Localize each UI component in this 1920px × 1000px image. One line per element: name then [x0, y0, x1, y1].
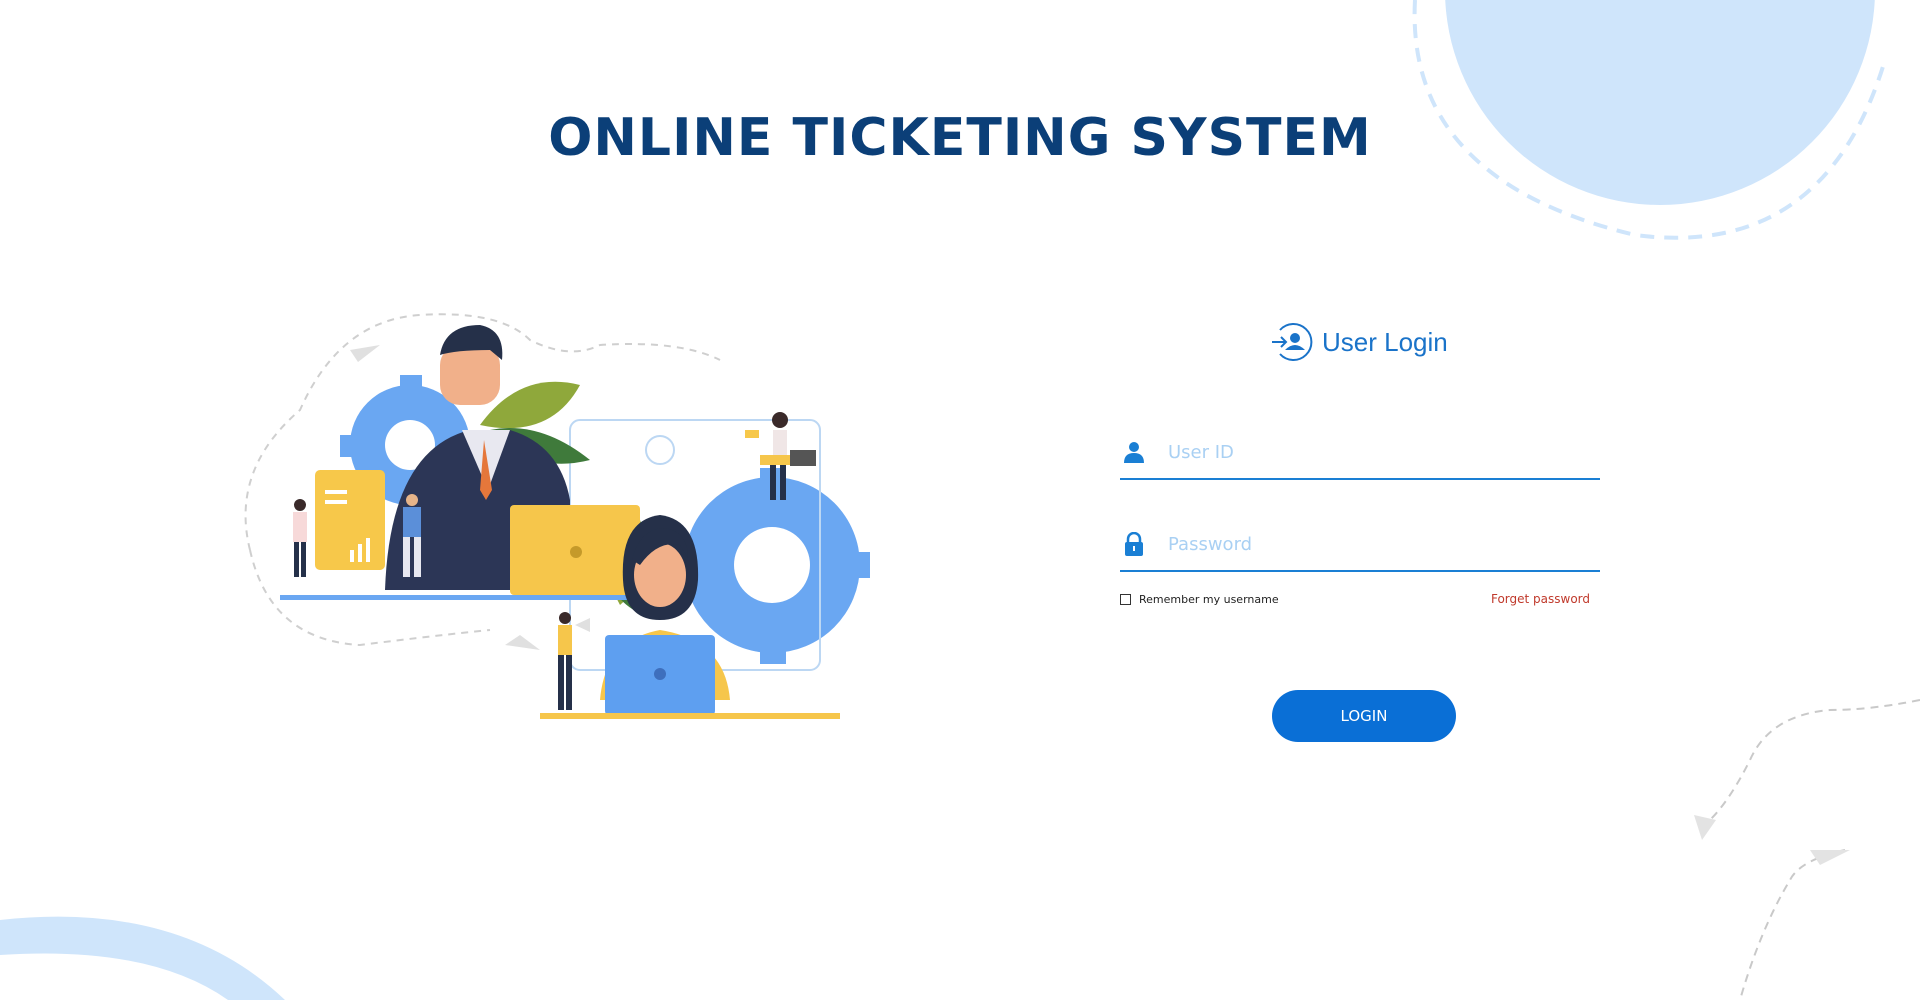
app-title: ONLINE TICKETING SYSTEM	[548, 108, 1372, 168]
password-field	[1120, 518, 1600, 572]
remember-username[interactable]: Remember my username	[1120, 593, 1279, 606]
login-heading-text: User Login	[1322, 326, 1448, 357]
user-icon	[1124, 442, 1144, 463]
decorative-arc-bottom-left	[0, 916, 285, 1000]
user-id-field	[1120, 426, 1600, 480]
login-page: ONLINE TICKETING SYSTEM User Login User …	[0, 0, 1920, 1000]
login-form: User Login Remember my username Forget p…	[1120, 310, 1600, 760]
remember-row: Remember my username Forget password	[1120, 592, 1590, 606]
user-id-input[interactable]	[1168, 432, 1568, 472]
login-heading: User Login	[1270, 320, 1448, 364]
login-button[interactable]: LOGIN	[1272, 690, 1456, 742]
team-illustration	[244, 313, 870, 719]
forgot-password-link[interactable]: Forget password	[1491, 592, 1590, 606]
decorative-paper-plane-path	[1694, 699, 1920, 1000]
password-input[interactable]	[1168, 524, 1568, 564]
lock-icon	[1125, 532, 1143, 556]
remember-checkbox[interactable]	[1120, 593, 1131, 605]
user-login-icon	[1272, 323, 1313, 361]
remember-label: Remember my username	[1139, 592, 1279, 606]
